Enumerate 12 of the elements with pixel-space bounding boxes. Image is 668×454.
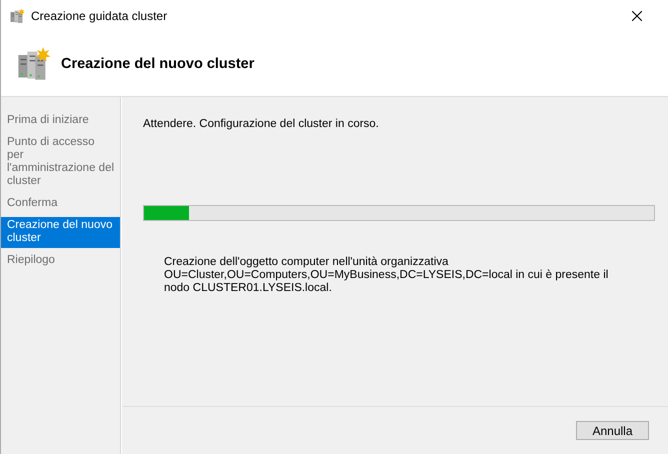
status-message: Attendere. Configurazione del cluster in corso. (143, 118, 380, 130)
page-title: Creazione del nuovo cluster (61, 56, 254, 72)
sidebar-item[interactable]: Punto di accesso per l'amministrazione del cluster (1, 134, 120, 191)
app-icon (9, 8, 25, 24)
sidebar-item[interactable]: Prima di iniziare (1, 112, 120, 130)
sidebar-item[interactable]: Conferma (1, 195, 120, 213)
window-title: Creazione guidata cluster (31, 9, 168, 23)
close-icon[interactable] (632, 11, 642, 21)
sidebar-item[interactable]: Riepilogo (1, 252, 120, 270)
cancel-button[interactable]: Annulla (576, 421, 649, 440)
sidebar-item[interactable]: Creazione del nuovo cluster (1, 217, 120, 248)
progress-detail: Creazione dell'oggetto computer nell'unità organizzativa OU=Cluster,OU=Computers,OU=MyBusiness,DC=LYSEIS,DC=local in cui è presente il nodo CLUSTER01.LYSEIS.local. (163, 256, 610, 295)
